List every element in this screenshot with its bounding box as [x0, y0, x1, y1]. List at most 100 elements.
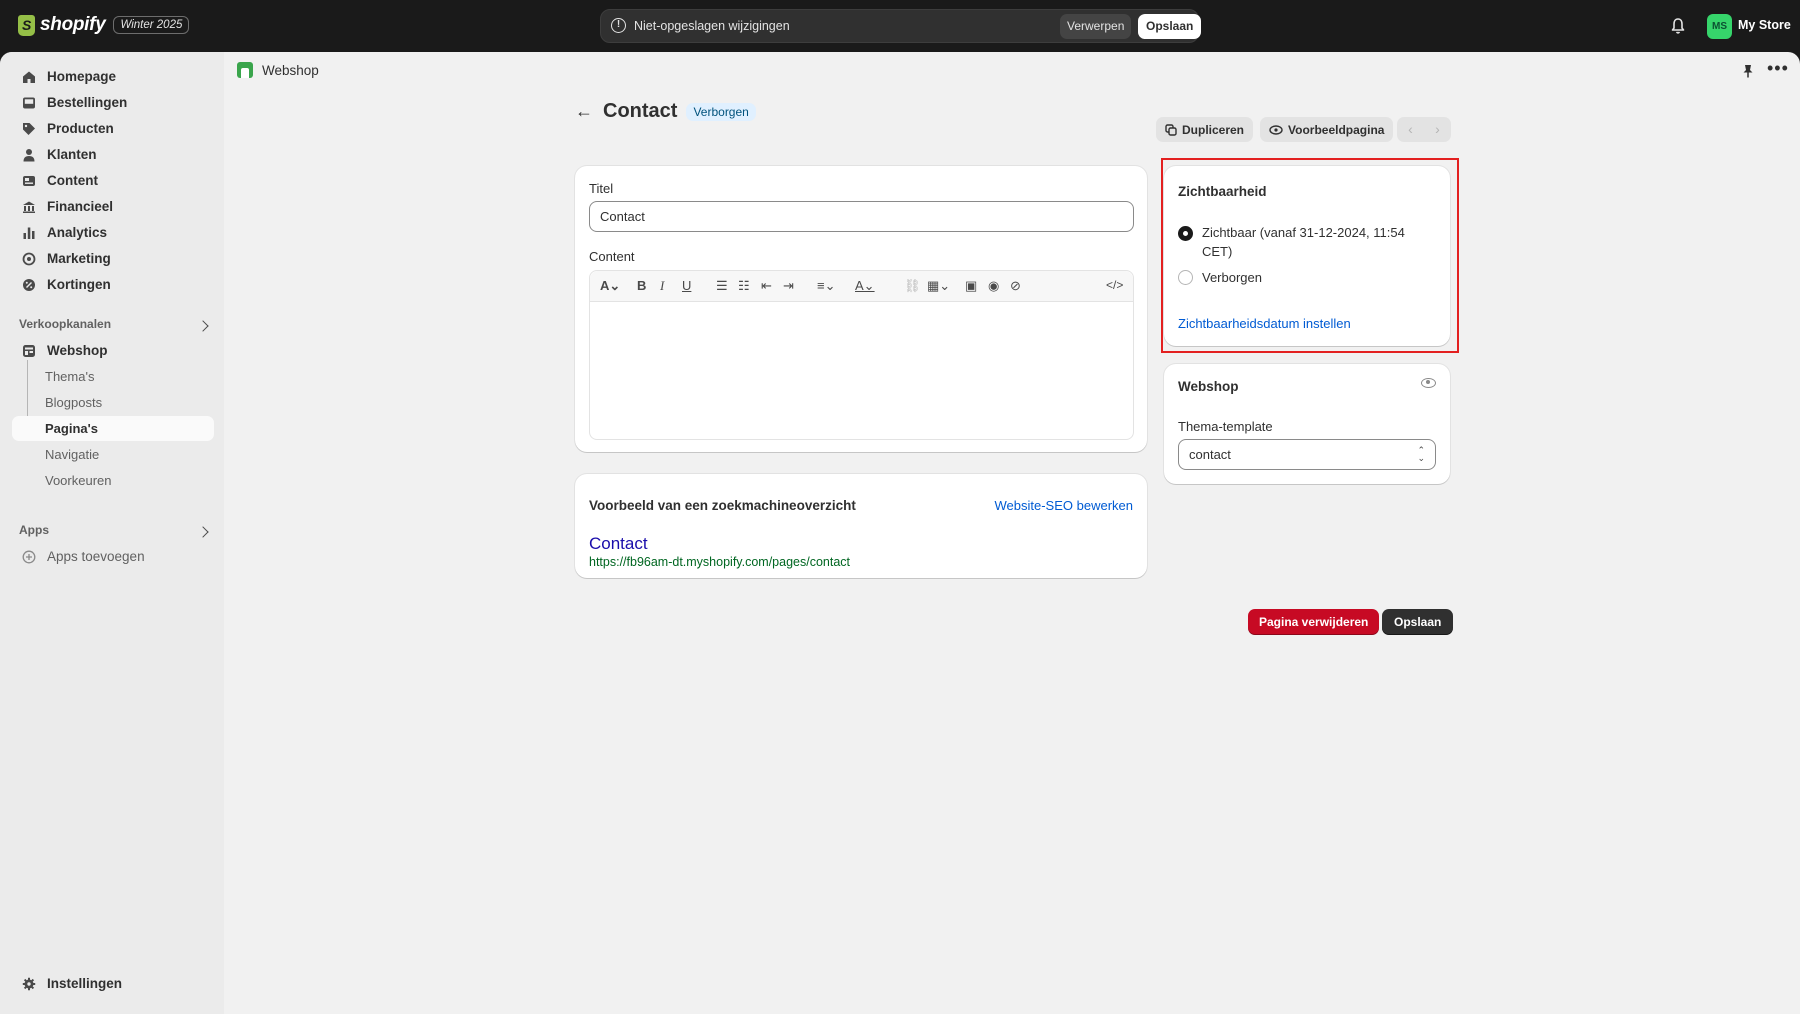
sidebar-item-label: Analytics — [47, 225, 108, 240]
sidebar-subitem-preferences[interactable]: Voorkeuren — [12, 468, 214, 493]
italic-icon[interactable]: I — [660, 278, 664, 294]
clear-format-icon[interactable]: ⊘ — [1010, 278, 1021, 294]
pin-icon[interactable] — [1742, 64, 1754, 78]
sidebar-subitem-navigation[interactable]: Navigatie — [12, 442, 214, 467]
sidebar-item-label: Marketing — [47, 251, 111, 266]
sidebar-item-finance[interactable]: Financieel — [12, 194, 214, 219]
status-badge: Verborgen — [686, 102, 756, 121]
bullet-list-icon[interactable]: ☰ — [716, 278, 728, 294]
link-icon[interactable]: ⛓ — [904, 278, 921, 294]
sidebar-item-webshop[interactable]: Webshop — [12, 338, 214, 363]
edition-badge[interactable]: Winter 2025 — [113, 16, 190, 34]
sidebar-item-content[interactable]: Content — [12, 168, 214, 193]
sidebar-subitem-pages[interactable]: Pagina's — [12, 416, 214, 441]
webshop-heading: Webshop — [1178, 379, 1239, 394]
rich-text-editor[interactable]: A⌄ B I U ☰ ☷ ⇤ ⇥ ≡⌄ A⌄ ⛓ ▦⌄ ▣ ◉ ⊘ </> — [589, 270, 1134, 440]
chart-bar-icon — [23, 227, 35, 239]
duplicate-icon — [1165, 123, 1177, 136]
chevron-left-icon[interactable]: ‹ — [1397, 117, 1424, 142]
video-icon[interactable]: ◉ — [988, 278, 999, 294]
code-view-icon[interactable]: </> — [1106, 278, 1123, 292]
sidebar-item-marketing[interactable]: Marketing — [12, 246, 214, 271]
sidebar-item-label: Klanten — [47, 147, 97, 162]
plus-circle-icon — [22, 550, 36, 563]
sidebar-subitem-label: Blogposts — [45, 395, 103, 410]
image-icon[interactable]: ▣ — [965, 278, 977, 294]
preview-page-button[interactable]: Voorbeeldpagina — [1260, 117, 1394, 142]
sidebar-item-discounts[interactable]: Kortingen — [12, 272, 214, 297]
sidebar-item-label: Homepage — [47, 69, 117, 84]
seo-heading: Voorbeeld van een zoekmachineoverzicht — [589, 498, 856, 513]
template-label: Thema-template — [1178, 419, 1273, 434]
breadcrumb-label: Webshop — [262, 62, 319, 78]
delete-page-button[interactable]: Pagina verwijderen — [1248, 609, 1380, 635]
info-icon: ! — [611, 18, 626, 33]
save-button-top[interactable]: Opslaan — [1138, 14, 1202, 39]
more-options-icon[interactable]: ••• — [1767, 58, 1789, 79]
eye-icon — [1269, 124, 1283, 135]
sidebar-item-customers[interactable]: Klanten — [12, 142, 214, 167]
back-arrow-icon[interactable]: ← — [575, 101, 593, 122]
top-bar: shopify Winter 2025 ! Niet-opgeslagen wi… — [0, 0, 1800, 52]
highlight-box — [1161, 158, 1459, 353]
bold-icon[interactable]: B — [637, 278, 646, 293]
template-value: contact — [1189, 447, 1231, 462]
avatar[interactable]: MS — [1707, 14, 1732, 39]
duplicate-label: Dupliceren — [1182, 122, 1245, 137]
target-icon — [22, 252, 36, 265]
seo-page-title: Contact — [589, 534, 648, 553]
shopify-logo[interactable]: shopify Winter 2025 — [18, 14, 190, 36]
save-button[interactable]: Opslaan — [1382, 609, 1454, 635]
align-icon[interactable]: ≡⌄ — [817, 278, 835, 294]
sidebar-item-products[interactable]: Producten — [12, 116, 214, 141]
webshop-icon — [237, 62, 253, 78]
numbered-list-icon[interactable]: ☷ — [738, 278, 750, 294]
sidebar-subitem-blogposts[interactable]: Blogposts — [12, 390, 214, 415]
sidebar-subitem-themes[interactable]: Thema's — [12, 364, 214, 389]
page-header: ← Contact Verborgen — [575, 100, 756, 123]
sidebar-item-orders[interactable]: Bestellingen — [12, 90, 214, 115]
template-select[interactable]: contact ⌃ ⌄ — [1178, 439, 1436, 470]
editor-toolbar: A⌄ B I U ☰ ☷ ⇤ ⇥ ≡⌄ A⌄ ⛓ ▦⌄ ▣ ◉ ⊘ </> — [590, 271, 1133, 302]
text-color-icon[interactable]: A⌄ — [855, 278, 875, 294]
store-name[interactable]: My Store — [1738, 18, 1791, 32]
bell-icon[interactable] — [1670, 17, 1686, 35]
sidebar-item-label: Producten — [47, 121, 114, 136]
breadcrumb[interactable]: Webshop — [237, 62, 319, 78]
home-icon — [23, 71, 35, 83]
seo-url: https://fb96am-dt.myshopify.com/pages/co… — [589, 555, 851, 569]
duplicate-button[interactable]: Dupliceren — [1156, 117, 1254, 142]
sidebar-subitem-label: Voorkeuren — [45, 473, 112, 488]
title-label: Titel — [589, 181, 614, 196]
chevron-right-icon[interactable] — [197, 320, 209, 332]
indent-icon[interactable]: ⇥ — [783, 278, 794, 294]
edit-seo-link[interactable]: Website-SEO bewerken — [995, 498, 1134, 513]
underline-icon[interactable]: U — [682, 278, 691, 293]
sidebar-item-settings[interactable]: Instellingen — [12, 971, 214, 996]
inbox-icon — [23, 97, 35, 108]
sales-channels-title: Verkoopkanalen — [19, 317, 112, 331]
sidebar-item-label: Instellingen — [47, 976, 123, 991]
sidebar-item-add-apps[interactable]: Apps toevoegen — [12, 544, 214, 569]
outdent-icon[interactable]: ⇤ — [761, 278, 772, 294]
pagination: ‹ › — [1397, 117, 1451, 142]
discard-button[interactable]: Verwerpen — [1060, 14, 1132, 39]
sidebar-subitem-label: Thema's — [45, 369, 95, 384]
sidebar-item-analytics[interactable]: Analytics — [12, 220, 214, 245]
brand-name: shopify — [40, 14, 106, 35]
store-icon — [23, 344, 35, 357]
text-style-icon[interactable]: A⌄ — [600, 278, 620, 294]
title-input[interactable]: Contact — [589, 201, 1134, 232]
sidebar-item-label: Content — [47, 173, 98, 188]
sidebar-subitem-label: Navigatie — [45, 447, 100, 462]
chevron-right-icon[interactable]: › — [1424, 117, 1451, 142]
eye-icon[interactable] — [1421, 378, 1436, 388]
unsaved-changes-text: Niet-opgeslagen wijzigingen — [634, 19, 790, 33]
page-title: Contact — [603, 100, 678, 122]
sidebar-item-label: Financieel — [47, 199, 114, 214]
discount-icon — [23, 278, 35, 291]
select-arrows-icon: ⌃ ⌄ — [1417, 445, 1425, 463]
chevron-right-icon[interactable] — [197, 526, 209, 538]
table-icon[interactable]: ▦⌄ — [927, 278, 950, 294]
sidebar-item-homepage[interactable]: Homepage — [12, 64, 214, 89]
